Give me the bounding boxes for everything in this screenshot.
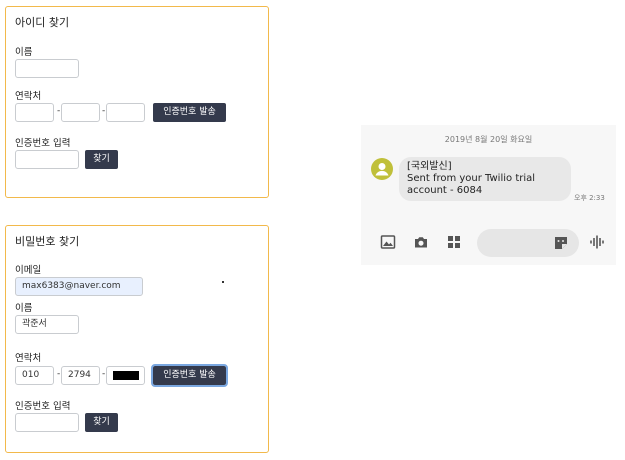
- phone-dash: -: [102, 369, 106, 379]
- camera-icon[interactable]: [413, 234, 429, 250]
- code-label: 인증번호 입력: [15, 401, 71, 412]
- gallery-icon[interactable]: [380, 234, 396, 250]
- phone-input-3[interactable]: [106, 366, 145, 385]
- phone-input-2[interactable]: 2794: [61, 366, 100, 385]
- find-button[interactable]: 찾기: [85, 150, 118, 169]
- code-input[interactable]: [15, 413, 79, 432]
- code-label: 인증번호 입력: [15, 138, 71, 149]
- phone-label: 연락처: [15, 91, 42, 102]
- message-compose-field[interactable]: [477, 229, 579, 257]
- stray-dot: [222, 281, 224, 283]
- message-bubble: [국외발신] Sent from your Twilio trial accou…: [399, 157, 571, 201]
- voice-icon[interactable]: [589, 234, 605, 250]
- message-time: 오후 2:33: [574, 194, 605, 202]
- name-label: 이름: [15, 47, 33, 58]
- send-code-button[interactable]: 인증번호 발송: [151, 364, 228, 387]
- name-input[interactable]: [15, 59, 79, 78]
- person-icon: [375, 163, 389, 176]
- apps-icon[interactable]: [446, 234, 462, 250]
- email-input[interactable]: max6383@naver.com: [15, 277, 143, 296]
- code-input[interactable]: [15, 150, 79, 169]
- send-code-button[interactable]: 인증번호 발송: [153, 103, 226, 122]
- phone-label: 연락처: [15, 353, 42, 364]
- find-password-title: 비밀번호 찾기: [15, 235, 80, 248]
- find-password-panel: 비밀번호 찾기 이메일 max6383@naver.com 이름 곽준서 연락처…: [5, 225, 269, 453]
- phone-dash: -: [102, 106, 106, 116]
- phone-dash: -: [57, 369, 61, 379]
- email-label: 이메일: [15, 265, 42, 276]
- find-id-panel: 아이디 찾기 이름 연락처 - - 인증번호 발송 인증번호 입력 찾기: [5, 6, 269, 198]
- phone-input-1[interactable]: 010: [15, 366, 54, 385]
- phone-input-1[interactable]: [15, 103, 54, 122]
- sender-avatar: [371, 158, 393, 180]
- message-date: 2019년 8월 20일 화요일: [444, 135, 533, 144]
- sms-message-screenshot: 2019년 8월 20일 화요일 [국외발신] Sent from your T…: [361, 125, 616, 265]
- find-id-title: 아이디 찾기: [15, 16, 70, 29]
- find-button[interactable]: 찾기: [85, 413, 118, 432]
- redaction-box: [113, 371, 139, 380]
- sticker-icon[interactable]: [553, 235, 569, 251]
- name-label: 이름: [15, 303, 33, 314]
- message-line: [국외발신]: [407, 161, 452, 172]
- phone-input-2[interactable]: [61, 103, 100, 122]
- phone-input-3[interactable]: [106, 103, 145, 122]
- message-line: account - 6084: [407, 185, 483, 196]
- message-line: Sent from your Twilio trial: [407, 173, 536, 184]
- name-input[interactable]: 곽준서: [15, 315, 79, 334]
- phone-dash: -: [57, 106, 61, 116]
